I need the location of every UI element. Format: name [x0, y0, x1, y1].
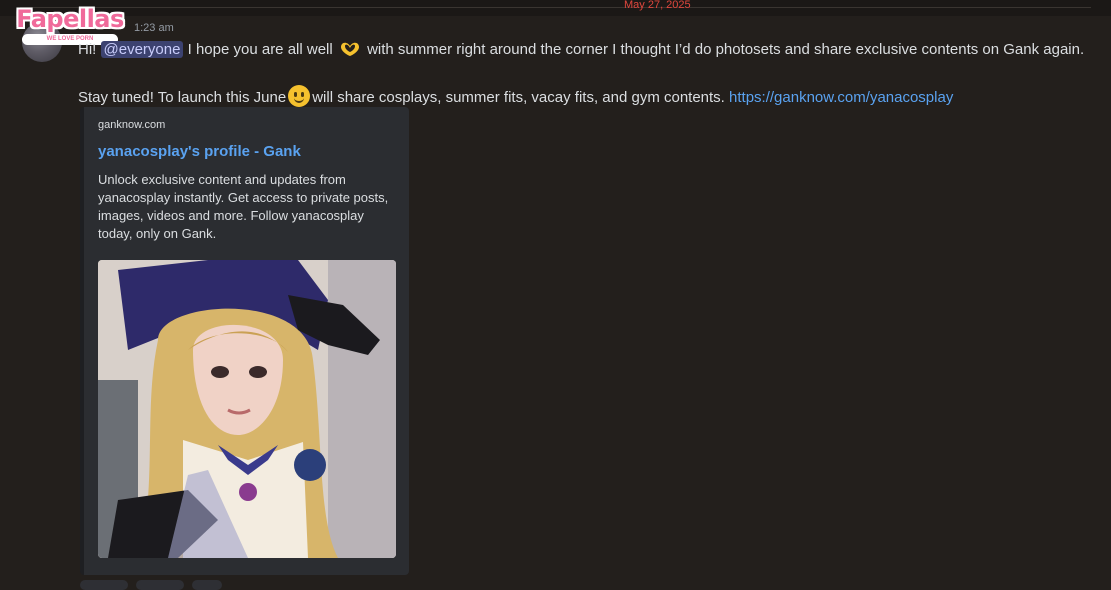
message-text: will share cosplays, summer fits, vacay … — [312, 89, 725, 106]
message-text: with summer right around the corner I th… — [367, 41, 1085, 58]
top-bar: May 27, 2025 — [0, 0, 1111, 16]
message-text: I hope you are all well — [187, 41, 333, 58]
logo-name: Fapellas — [16, 5, 124, 33]
greeting-text: Hi! — [78, 41, 97, 58]
everyone-mention[interactable]: @everyone — [100, 41, 184, 58]
message-timestamp[interactable]: 1:23 am — [134, 22, 174, 34]
message-line-1: Hi! @everyone I hope you are all well wi… — [78, 41, 1084, 58]
watermark-logo: Fapellas WE LOVE PORN — [6, 5, 134, 45]
embed-description: Unlock exclusive content and updates fro… — [98, 172, 389, 241]
heart-hands-icon — [339, 41, 361, 57]
message-text: Stay tuned! To launch this June — [78, 89, 287, 106]
reaction-chip[interactable] — [80, 580, 128, 590]
link-embed: ganknow.com yanacosplay's profile - Gank… — [80, 107, 409, 575]
message-line-2: Stay tuned! To launch this June will shar… — [78, 85, 953, 107]
date-divider-label: May 27, 2025 — [624, 0, 691, 11]
embed-provider[interactable]: ganknow.com — [98, 119, 165, 131]
reaction-chip[interactable] — [192, 580, 222, 590]
embed-image[interactable] — [98, 260, 396, 558]
ganknow-link[interactable]: https://ganknow.com/yanacosplay — [729, 89, 953, 106]
slightly-smiling-face-icon — [288, 85, 311, 107]
date-divider: May 27, 2025 — [20, 0, 1091, 11]
reaction-chip[interactable] — [136, 580, 184, 590]
embed-title-link[interactable]: yanacosplay's profile - Gank — [98, 143, 301, 160]
